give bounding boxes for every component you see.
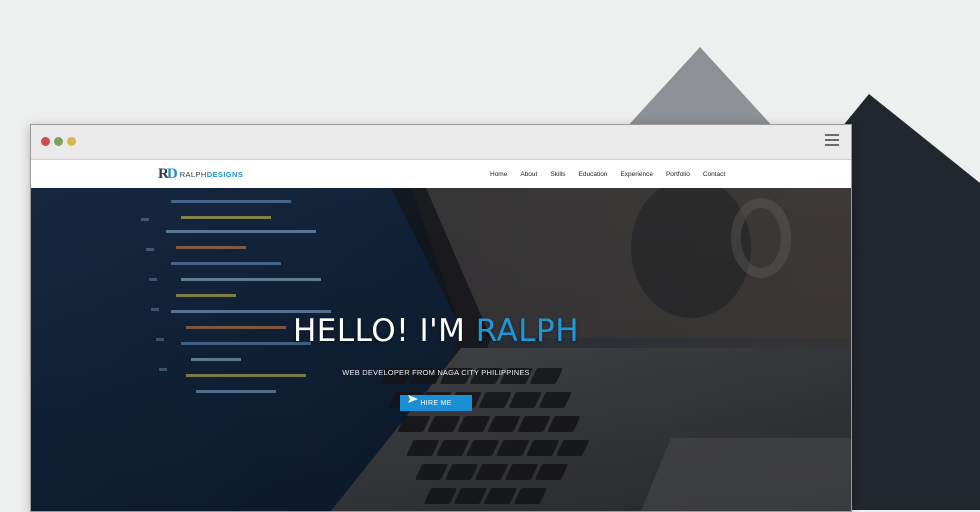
logo-mark: RD <box>158 166 178 182</box>
browser-window: RD RALPHDESIGNS Home About Skills Educat… <box>30 124 852 512</box>
logo-text: RALPHDESIGNS <box>179 169 244 179</box>
paper-plane-icon <box>408 395 418 403</box>
hero-section: HELLO! I'M RALPH WEB DEVELOPER FROM NAGA… <box>31 188 851 511</box>
nav-portfolio[interactable]: Portfolio <box>666 171 690 178</box>
hire-me-button[interactable]: HIRE ME <box>400 395 472 411</box>
minimize-window-dot[interactable] <box>54 137 63 146</box>
nav-education[interactable]: Education <box>579 171 608 178</box>
hero-name: RALPH <box>475 313 580 349</box>
nav-home[interactable]: Home <box>490 171 507 178</box>
nav-menu: Home About Skills Education Experience P… <box>490 160 738 188</box>
browser-titlebar <box>31 125 851 160</box>
nav-about[interactable]: About <box>520 171 537 178</box>
nav-contact[interactable]: Contact <box>703 171 725 178</box>
site-navbar: RD RALPHDESIGNS Home About Skills Educat… <box>31 160 851 189</box>
hero-title: HELLO! I'M RALPH <box>31 313 841 349</box>
nav-experience[interactable]: Experience <box>620 171 653 178</box>
hamburger-icon[interactable] <box>825 134 839 148</box>
laptop-code-photo <box>31 188 851 511</box>
close-window-dot[interactable] <box>41 137 50 146</box>
maximize-window-dot[interactable] <box>67 137 76 146</box>
site-logo[interactable]: RD RALPHDESIGNS <box>158 166 243 182</box>
hero-subtitle: WEB DEVELOPER FROM NAGA CITY PHILIPPINES <box>342 368 530 377</box>
hero-greeting: HELLO! I'M <box>292 313 476 349</box>
hire-me-label: HIRE ME <box>420 399 452 407</box>
nav-skills[interactable]: Skills <box>550 171 565 178</box>
